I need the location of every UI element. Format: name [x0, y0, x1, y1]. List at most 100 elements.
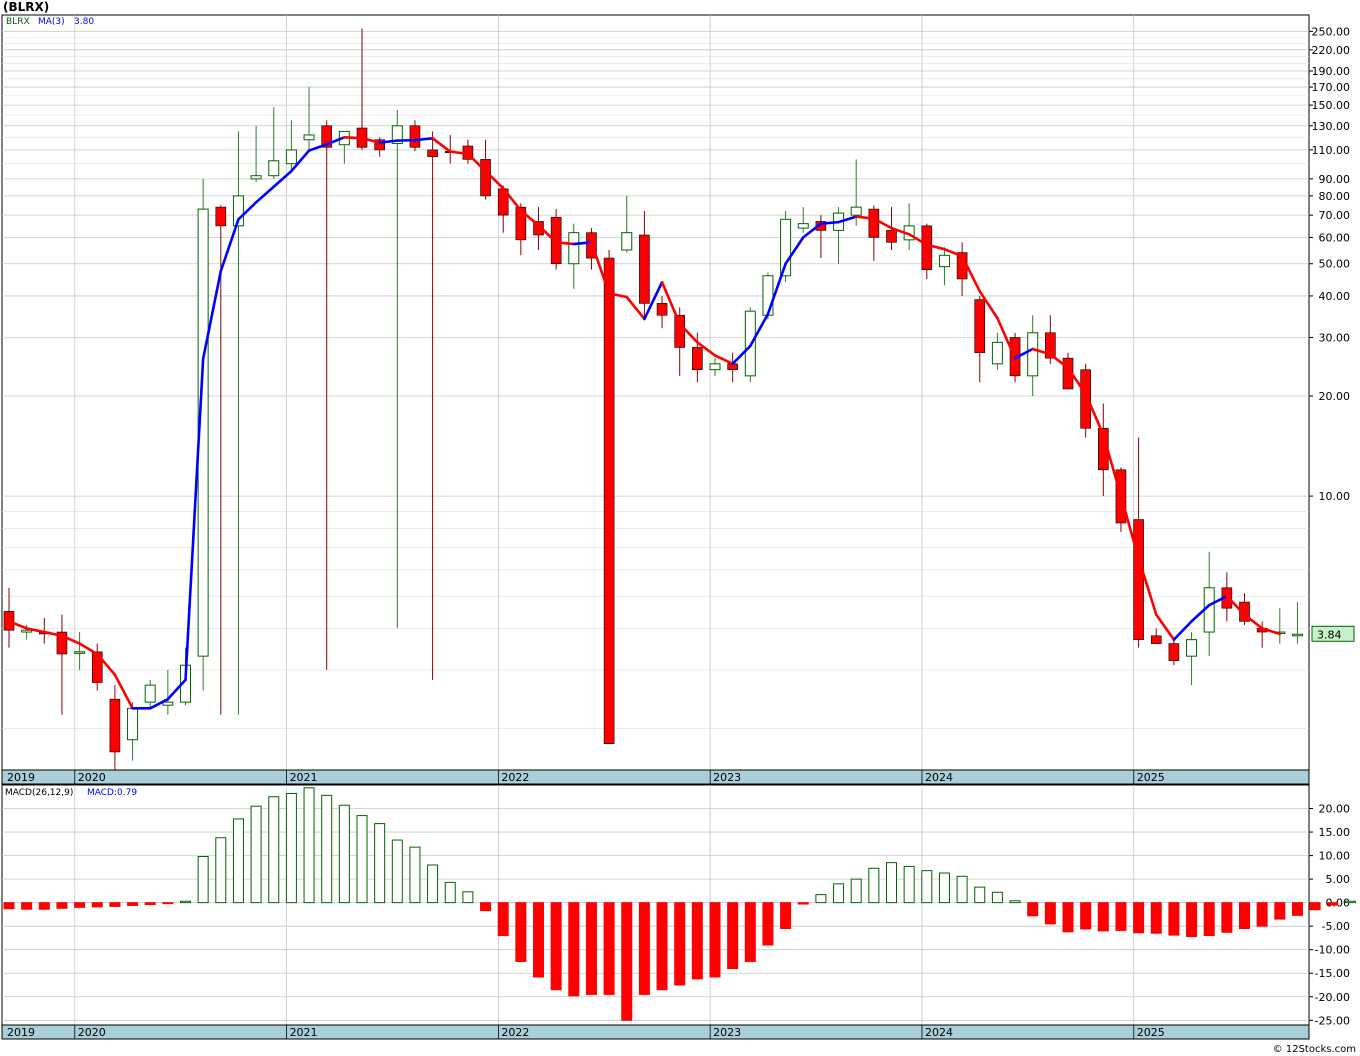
macd-year-label: 2025 [1137, 1026, 1165, 1039]
macd-bar [197, 856, 209, 904]
price-tick-label: 20.00 [1319, 390, 1351, 403]
macd-year-label: 2023 [713, 1026, 741, 1039]
price-year-band [1, 769, 1310, 785]
macd-bar [91, 902, 103, 908]
macd-bar [568, 902, 580, 997]
macd-bar [74, 902, 86, 908]
macd-tick-label: -25.00 [1315, 1014, 1350, 1027]
macd-bar [1344, 900, 1356, 904]
macd-bar [815, 894, 827, 904]
candle-body [1186, 639, 1198, 657]
macd-tick-label: -5.00 [1322, 920, 1350, 933]
macd-bar [303, 787, 315, 904]
macd-legend-value: MACD:0.79 [87, 788, 137, 798]
price-tick-label: 70.00 [1319, 209, 1351, 222]
candle-body [709, 363, 721, 371]
candle-body [1291, 633, 1303, 637]
macd-bar [1168, 902, 1180, 936]
candle-body [1133, 519, 1144, 640]
candle-body [868, 208, 880, 238]
price-year-label: 2025 [1137, 771, 1165, 784]
macd-bar [409, 846, 421, 904]
chart-title: (BLRX) [3, 0, 49, 14]
macd-bar [462, 891, 474, 904]
macd-bar [1327, 902, 1339, 906]
price-tick-label: 130.00 [1312, 120, 1351, 133]
macd-year-label: 2019 [7, 1026, 35, 1039]
macd-bar [1239, 902, 1250, 930]
macd-year-band [1, 1024, 1310, 1040]
candle-body [285, 149, 297, 165]
candle-body [886, 230, 897, 243]
candle-body [215, 206, 227, 227]
macd-bar [1062, 902, 1074, 933]
price-year-label: 2021 [290, 771, 318, 784]
macd-bar [250, 805, 262, 904]
macd-bar [903, 865, 915, 904]
macd-bar [656, 902, 668, 991]
price-tick-label: 50.00 [1319, 258, 1351, 271]
macd-tick-label: 15.00 [1319, 826, 1351, 839]
macd-year-label: 2022 [501, 1026, 529, 1039]
macd-bar [533, 902, 544, 978]
candle-body [303, 134, 315, 141]
macd-bar [56, 902, 68, 909]
macd-year-label: 2024 [925, 1026, 953, 1039]
macd-bar [515, 902, 527, 962]
macd-bar [497, 902, 509, 937]
candle-body [674, 314, 686, 348]
macd-tick-label: -10.00 [1315, 944, 1350, 957]
macd-bar [1150, 902, 1162, 934]
macd-legend-label: MACD(26,12,9) [5, 788, 73, 798]
macd-bar [444, 881, 456, 904]
macd-bar [1309, 902, 1321, 911]
macd-bar [268, 796, 280, 904]
macd-bar [144, 902, 156, 906]
macd-bar [621, 902, 633, 1021]
candle-body [250, 175, 262, 180]
ma-segment [819, 220, 840, 225]
price-tick-label: 170.00 [1312, 81, 1351, 94]
candle [603, 249, 615, 744]
ma-segment [413, 136, 434, 142]
macd-bar [21, 902, 33, 910]
candle-body [621, 232, 633, 251]
last-price-label: 3.84 [1317, 628, 1342, 641]
price-year-label: 2020 [78, 771, 106, 784]
macd-bar [921, 870, 933, 904]
legend-ma-label: MA(3) [38, 17, 65, 27]
candle-body [639, 234, 650, 304]
macd-tick-label: -20.00 [1315, 991, 1350, 1004]
price-year-label: 2022 [501, 771, 529, 784]
price-tick-label: 220.00 [1312, 44, 1351, 57]
macd-bar [3, 902, 15, 910]
candle-body [74, 651, 86, 654]
price-tick-label: 10.00 [1319, 490, 1351, 503]
candle-body [692, 347, 703, 370]
stock-chart: (BLRX) 250.00 220.00 190.00 170.00 150.00 130… [0, 0, 1360, 1056]
macd-bar [1274, 902, 1286, 920]
price-tick-label: 40.00 [1319, 290, 1351, 303]
candle-body [268, 160, 280, 177]
price-tick-label: 190.00 [1312, 65, 1351, 78]
macd-bar [550, 902, 562, 991]
candle-body [1027, 332, 1039, 377]
price-tick-label: 60.00 [1319, 231, 1351, 244]
macd-bar [1044, 902, 1056, 925]
footer-credit: © 12Stocks.com [1273, 1044, 1356, 1055]
macd-bar [938, 872, 950, 904]
macd-bar [603, 902, 615, 995]
macd-bar [1027, 902, 1039, 917]
price-tick-label: 30.00 [1319, 331, 1351, 344]
macd-bar [232, 818, 244, 904]
macd-bar [1097, 902, 1109, 932]
price-tick-label: 90.00 [1319, 173, 1351, 186]
macd-tick-label: 10.00 [1319, 850, 1351, 863]
macd-bar [1291, 902, 1303, 916]
candle-body [409, 125, 421, 148]
last-price-tag: 3.84 [1311, 625, 1355, 642]
macd-bar [480, 902, 492, 912]
candle-body [162, 701, 174, 706]
candle-body [144, 684, 156, 703]
macd-bar [215, 837, 227, 904]
